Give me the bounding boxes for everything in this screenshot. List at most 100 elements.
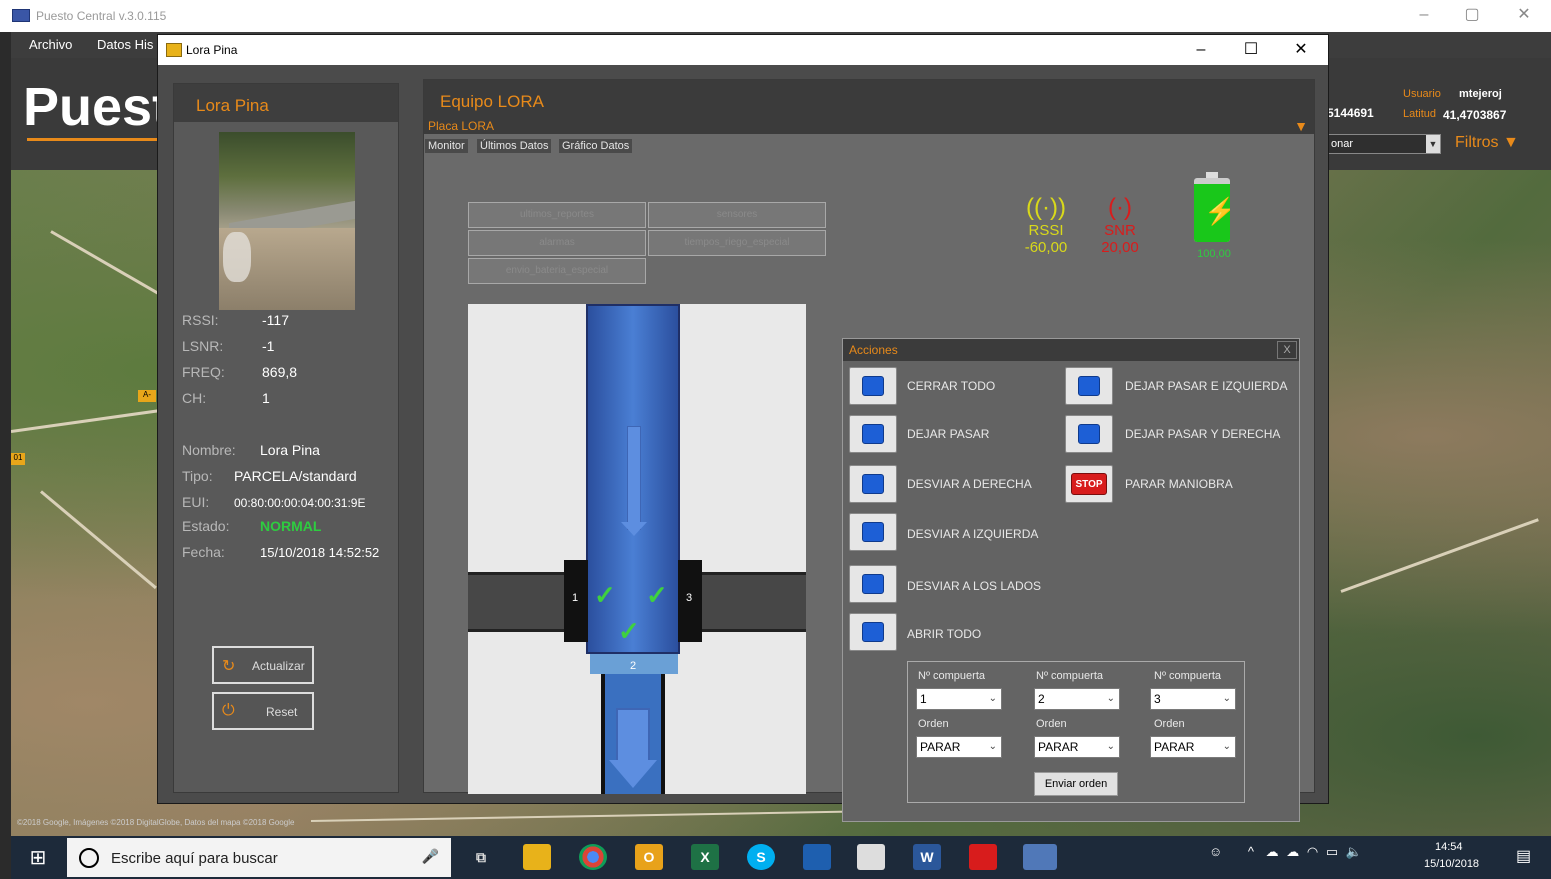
order-select-2[interactable]: PARAR ⌄ xyxy=(1034,736,1120,758)
main-maximize-button[interactable]: ▢ xyxy=(1452,4,1492,26)
placa-lora-subheader[interactable]: Placa LORA ▼ xyxy=(424,118,1314,134)
desviar-derecha-label[interactable]: DESVIAR A DERECHA xyxy=(907,477,1032,491)
people-icon[interactable]: ☺ xyxy=(1209,844,1222,859)
nombre-value: Lora Pina xyxy=(260,442,320,458)
user-value: mtejeroj xyxy=(1459,88,1502,100)
abrir-todo-label[interactable]: ABRIR TODO xyxy=(907,627,981,641)
divert-left-icon xyxy=(862,522,884,542)
placa-lora-label: Placa LORA xyxy=(428,119,495,133)
stop-icon: STOP xyxy=(1071,473,1107,495)
tiempos-riego-button[interactable]: tiempos_riego_especial xyxy=(648,230,826,256)
desviar-lados-label[interactable]: DESVIAR A LOS LADOS xyxy=(907,579,1041,593)
gate-number-3: 3 xyxy=(686,592,693,604)
excel-icon[interactable]: X xyxy=(691,844,719,870)
gate-select-1-value: 1 xyxy=(920,692,927,706)
puesto-central-taskbar-icon[interactable] xyxy=(1023,844,1057,870)
microphone-icon[interactable]: 🎤 xyxy=(422,848,439,865)
system-tray[interactable]: ☺ ^ ☁ ☁ ◠ ▭ 🔈 xyxy=(1209,844,1362,860)
photo-foam xyxy=(223,232,251,282)
ultimos-reportes-button[interactable]: ultimos_reportes xyxy=(468,202,646,228)
pasar-derecha-button[interactable] xyxy=(1065,415,1113,453)
acciones-header: Acciones X xyxy=(843,339,1299,361)
gate-select-3-value: 3 xyxy=(1154,692,1161,706)
outflow-arrow-icon xyxy=(616,708,650,764)
clock-time[interactable]: 14:54 xyxy=(1435,841,1463,853)
sensores-button[interactable]: sensores xyxy=(648,202,826,228)
taskbar-search-box[interactable]: Escribe aquí para buscar 🎤 xyxy=(67,838,451,877)
notification-center-icon[interactable]: ▤ xyxy=(1516,846,1531,866)
gate-select-1[interactable]: 1 ⌄ xyxy=(916,688,1002,710)
desviar-izquierda-label[interactable]: DESVIAR A IZQUIERDA xyxy=(907,527,1038,541)
acrobat-icon[interactable] xyxy=(969,844,997,870)
dialog-close-button[interactable]: ✕ xyxy=(1278,38,1324,62)
manual-order-box: Nº compuerta Nº compuerta Nº compuerta 1… xyxy=(907,661,1245,803)
onedrive-icon[interactable]: ☁ xyxy=(1286,844,1299,859)
clock-date[interactable]: 15/10/2018 xyxy=(1424,858,1479,870)
chevron-down-icon[interactable]: ▼ xyxy=(1294,118,1308,134)
acciones-close-button[interactable]: X xyxy=(1277,341,1297,359)
device-info-header: Lora Pina xyxy=(174,84,398,122)
outlook-icon[interactable]: O xyxy=(635,844,663,870)
rssi-row: RSSI: -117 xyxy=(182,312,289,328)
refresh-icon: ↻ xyxy=(222,658,236,675)
dialog-app-icon xyxy=(166,43,182,57)
parar-maniobra-label[interactable]: PARAR MANIOBRA xyxy=(1125,477,1233,491)
tab-monitor[interactable]: Monitor xyxy=(424,138,469,154)
windows-start-button[interactable]: ⊞ xyxy=(17,840,59,876)
tab-ultimos-datos[interactable]: Últimos Datos xyxy=(476,138,553,154)
alarmas-button[interactable]: alarmas xyxy=(468,230,646,256)
tipo-label: Tipo: xyxy=(182,468,213,484)
desviar-derecha-button[interactable] xyxy=(849,465,897,503)
abrir-todo-button[interactable] xyxy=(849,613,897,651)
freq-label: FREQ: xyxy=(182,364,225,380)
order-label: Orden xyxy=(1154,718,1185,730)
order-select-3[interactable]: PARAR ⌄ xyxy=(1150,736,1236,758)
dejar-pasar-button[interactable] xyxy=(849,415,897,453)
order-select-1[interactable]: PARAR ⌄ xyxy=(916,736,1002,758)
desviar-izquierda-button[interactable] xyxy=(849,513,897,551)
file-explorer-icon[interactable] xyxy=(523,844,551,870)
tab-grafico-datos[interactable]: Gráfico Datos xyxy=(558,138,634,154)
tipo-value: PARCELA/standard xyxy=(234,468,357,484)
parar-maniobra-button[interactable]: STOP xyxy=(1065,465,1113,503)
pasar-izquierda-button[interactable] xyxy=(1065,367,1113,405)
map-layer-select[interactable]: onar ▼ xyxy=(1327,134,1441,154)
pasar-izquierda-label[interactable]: DEJAR PASAR E IZQUIERDA xyxy=(1125,379,1287,393)
filters-toggle[interactable]: Filtros ▼ xyxy=(1455,134,1519,152)
user-label: Usuario xyxy=(1403,88,1441,100)
main-close-button[interactable]: ✕ xyxy=(1504,4,1544,26)
word-icon[interactable]: W xyxy=(913,844,941,870)
photos-icon[interactable] xyxy=(857,844,885,870)
dialog-minimize-button[interactable]: – xyxy=(1178,38,1224,62)
chat-icon[interactable]: ▭ xyxy=(1326,844,1338,859)
task-view-icon[interactable]: ⧉ xyxy=(467,844,495,870)
volume-icon[interactable]: 🔈 xyxy=(1346,844,1362,859)
gate-select-2[interactable]: 2 ⌄ xyxy=(1034,688,1120,710)
wifi-icon[interactable]: ◠ xyxy=(1307,844,1318,859)
cerrar-todo-button[interactable] xyxy=(849,367,897,405)
skype-icon[interactable]: S xyxy=(747,844,775,870)
main-minimize-button[interactable]: – xyxy=(1404,4,1444,26)
dialog-maximize-button[interactable]: ☐ xyxy=(1228,38,1274,62)
envio-bateria-button[interactable]: envio_bateria_especial xyxy=(468,258,646,284)
menu-archivo[interactable]: Archivo xyxy=(29,37,72,52)
checkmark-icon: ✓ xyxy=(646,580,668,610)
menu-datos-historicos[interactable]: Datos His xyxy=(97,37,153,52)
divert-right-icon xyxy=(862,474,884,494)
chevron-down-icon[interactable]: ▼ xyxy=(1426,135,1440,153)
app-icon xyxy=(12,9,30,22)
dejar-pasar-label[interactable]: DEJAR PASAR xyxy=(907,427,989,441)
app-icon[interactable] xyxy=(803,844,831,870)
send-order-button[interactable]: Enviar orden xyxy=(1034,772,1118,796)
desviar-lados-button[interactable] xyxy=(849,565,897,603)
network-icon[interactable]: ☁ xyxy=(1266,844,1279,859)
chrome-icon[interactable] xyxy=(579,844,607,870)
reset-button[interactable]: ⏻ Reset xyxy=(212,692,314,730)
gate-select-3[interactable]: 3 ⌄ xyxy=(1150,688,1236,710)
actualizar-button[interactable]: ↻ Actualizar xyxy=(212,646,314,684)
map-road xyxy=(1340,518,1539,593)
taskbar: ⊞ Escribe aquí para buscar 🎤 ⧉ O X S W ☺… xyxy=(11,836,1551,879)
pasar-derecha-label[interactable]: DEJAR PASAR Y DERECHA xyxy=(1125,427,1280,441)
chevron-up-icon[interactable]: ^ xyxy=(1248,844,1254,859)
cerrar-todo-label[interactable]: CERRAR TODO xyxy=(907,379,995,393)
